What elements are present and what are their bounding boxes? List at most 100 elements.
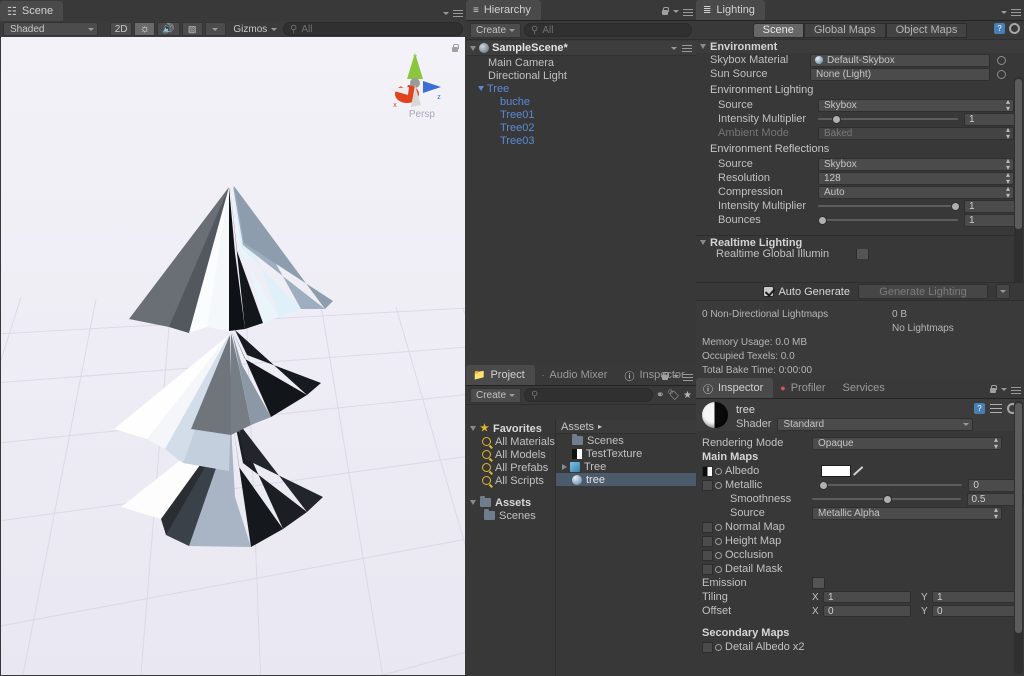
scene-search-input[interactable]: ⚲ All <box>283 22 463 36</box>
hierarchy-row-tree02[interactable]: Tree02 <box>466 121 696 134</box>
scene-fx-toggle[interactable]: ▧ <box>181 22 203 36</box>
scene-audio-toggle[interactable]: 🔊 <box>157 22 180 36</box>
section-realtime-lighting[interactable]: Realtime Lighting <box>696 235 1024 249</box>
reflection-intensity-field[interactable]: 1 <box>964 199 1016 213</box>
help-icon[interactable]: ? <box>994 23 1005 34</box>
sun-source-field[interactable]: None (Light) <box>810 67 990 81</box>
draw-mode-dropdown[interactable]: Shaded <box>3 22 98 36</box>
smoothness-source-dropdown[interactable]: Metallic Alpha ▴ ▾ <box>812 506 1002 521</box>
scrollbar-thumb[interactable] <box>1015 403 1022 633</box>
tab-audio-mixer[interactable]: · Audio Mixer <box>535 365 618 385</box>
hierarchy-create-button[interactable]: Create <box>470 22 522 38</box>
offset-y-field[interactable]: 0 <box>932 605 1020 617</box>
project-file-scenes[interactable]: Scenes <box>556 434 696 447</box>
reflection-bounces-slider[interactable] <box>818 214 958 227</box>
reflection-resolution-dropdown[interactable]: 128 ▴ ▾ <box>818 171 1014 186</box>
lighting-scrollbar[interactable] <box>1014 77 1023 292</box>
project-favorite-all-models[interactable]: All Models <box>466 448 555 461</box>
chevron-down-icon[interactable] <box>478 86 484 91</box>
chevron-right-icon[interactable] <box>562 463 567 470</box>
chevron-down-icon[interactable] <box>470 45 476 51</box>
project-file-tree-material[interactable]: tree <box>556 473 696 486</box>
slider-knob[interactable] <box>832 114 841 124</box>
occlusion-toggle-icon[interactable] <box>715 551 722 559</box>
normal-map-texture-slot[interactable] <box>702 521 713 533</box>
object-picker-icon[interactable] <box>997 55 1006 65</box>
reflection-source-dropdown[interactable]: Skybox ▴ ▾ <box>818 157 1014 172</box>
tab-services[interactable]: Services <box>836 378 895 398</box>
scrollbar-thumb[interactable] <box>1015 79 1022 229</box>
project-create-button[interactable]: Create <box>470 387 522 403</box>
preset-icon[interactable] <box>990 403 1002 414</box>
height-map-toggle-icon[interactable] <box>715 537 722 545</box>
detail-albedo-texture-slot[interactable] <box>702 641 713 653</box>
reflection-intensity-slider[interactable] <box>818 200 960 213</box>
chevron-down-icon[interactable] <box>1001 10 1007 14</box>
tiling-y-field[interactable]: 1 <box>932 591 1020 603</box>
scene-lighting-toggle[interactable]: ☼ <box>134 22 156 36</box>
tab-lighting-global-maps[interactable]: Global Maps <box>803 22 886 38</box>
emission-checkbox[interactable] <box>812 577 825 589</box>
env-light-intensity-slider[interactable] <box>818 113 958 126</box>
tab-profiler[interactable]: ● Profiler <box>773 378 835 398</box>
slider-knob[interactable] <box>818 215 827 225</box>
generate-lighting-button[interactable]: Generate Lighting <box>858 284 988 299</box>
reflection-bounces-field[interactable]: 1 <box>964 213 1016 227</box>
tiling-x-field[interactable]: 1 <box>823 591 911 603</box>
hierarchy-row-tree01[interactable]: Tree01 <box>466 108 696 121</box>
hierarchy-row-main-camera[interactable]: Main Camera <box>466 56 696 69</box>
scene-menu-icon[interactable] <box>682 44 692 52</box>
panel-menu-icon[interactable] <box>1011 8 1021 16</box>
tab-lighting[interactable]: ≣ Lighting <box>696 0 765 20</box>
inspector-scrollbar[interactable] <box>1014 401 1023 674</box>
occlusion-texture-slot[interactable] <box>702 549 713 561</box>
gizmos-dropdown[interactable]: Gizmos <box>230 22 281 36</box>
lock-icon[interactable] <box>989 385 997 394</box>
reflection-compression-dropdown[interactable]: Auto ▴ ▾ <box>818 185 1014 200</box>
albedo-color-swatch[interactable] <box>821 465 851 477</box>
chevron-down-icon[interactable] <box>673 10 679 13</box>
chevron-down-icon[interactable] <box>443 11 449 15</box>
tab-inspector[interactable]: ⓘ Inspector <box>696 378 774 398</box>
project-assets-root[interactable]: Assets <box>466 496 555 509</box>
detail-albedo-toggle-icon[interactable] <box>715 643 722 651</box>
tab-project[interactable]: 📁 Project <box>466 365 535 385</box>
detail-mask-texture-slot[interactable] <box>702 563 713 575</box>
tab-lighting-scene[interactable]: Scene <box>752 22 804 38</box>
slider-knob[interactable] <box>883 494 893 504</box>
generate-lighting-dropdown[interactable] <box>996 284 1010 299</box>
help-icon[interactable]: ? <box>974 403 985 414</box>
scene-fx-dropdown[interactable] <box>204 22 226 36</box>
project-favorites-root[interactable]: ★ Favorites <box>466 422 555 435</box>
auto-generate-checkbox[interactable] <box>763 286 775 297</box>
hierarchy-search-input[interactable]: ⚲ All <box>524 23 692 37</box>
filter-by-type-icon[interactable]: ⚭ <box>656 390 664 401</box>
project-favorite-all-materials[interactable]: All Materials <box>466 435 555 448</box>
project-assets-scenes[interactable]: Scenes <box>466 509 555 522</box>
rendering-mode-dropdown[interactable]: Opaque ▴ ▾ <box>812 436 1002 451</box>
detail-mask-toggle-icon[interactable] <box>715 565 722 573</box>
panel-menu-icon[interactable] <box>1011 386 1021 394</box>
scene-lock-icon[interactable] <box>451 44 459 53</box>
chevron-down-icon[interactable] <box>470 426 476 431</box>
object-picker-icon[interactable] <box>997 69 1006 79</box>
filter-by-label-icon[interactable]: 🏷 <box>667 390 680 401</box>
chevron-down-icon[interactable] <box>673 375 679 378</box>
hierarchy-row-directional-light[interactable]: Directional Light <box>466 69 696 82</box>
project-breadcrumb[interactable]: Assets ▸ <box>556 420 696 434</box>
albedo-texture-slot[interactable] <box>702 465 713 477</box>
eyedropper-icon[interactable] <box>851 465 863 477</box>
height-map-texture-slot[interactable] <box>702 535 713 547</box>
slider-knob[interactable] <box>951 201 960 211</box>
tab-hierarchy[interactable]: ≡ Hierarchy <box>466 0 541 20</box>
hierarchy-row-tree[interactable]: Tree <box>466 82 696 95</box>
realtime-gi-checkbox[interactable] <box>856 249 869 259</box>
metallic-toggle-icon[interactable] <box>715 481 722 489</box>
metallic-texture-slot[interactable] <box>702 479 713 491</box>
chevron-down-icon[interactable] <box>1001 388 1007 391</box>
normal-map-toggle-icon[interactable] <box>715 523 722 531</box>
offset-x-field[interactable]: 0 <box>823 605 911 617</box>
project-file-tree-prefab[interactable]: Tree <box>556 460 696 473</box>
projection-mode-label[interactable]: Persp <box>409 109 435 120</box>
lock-icon[interactable] <box>661 7 669 16</box>
